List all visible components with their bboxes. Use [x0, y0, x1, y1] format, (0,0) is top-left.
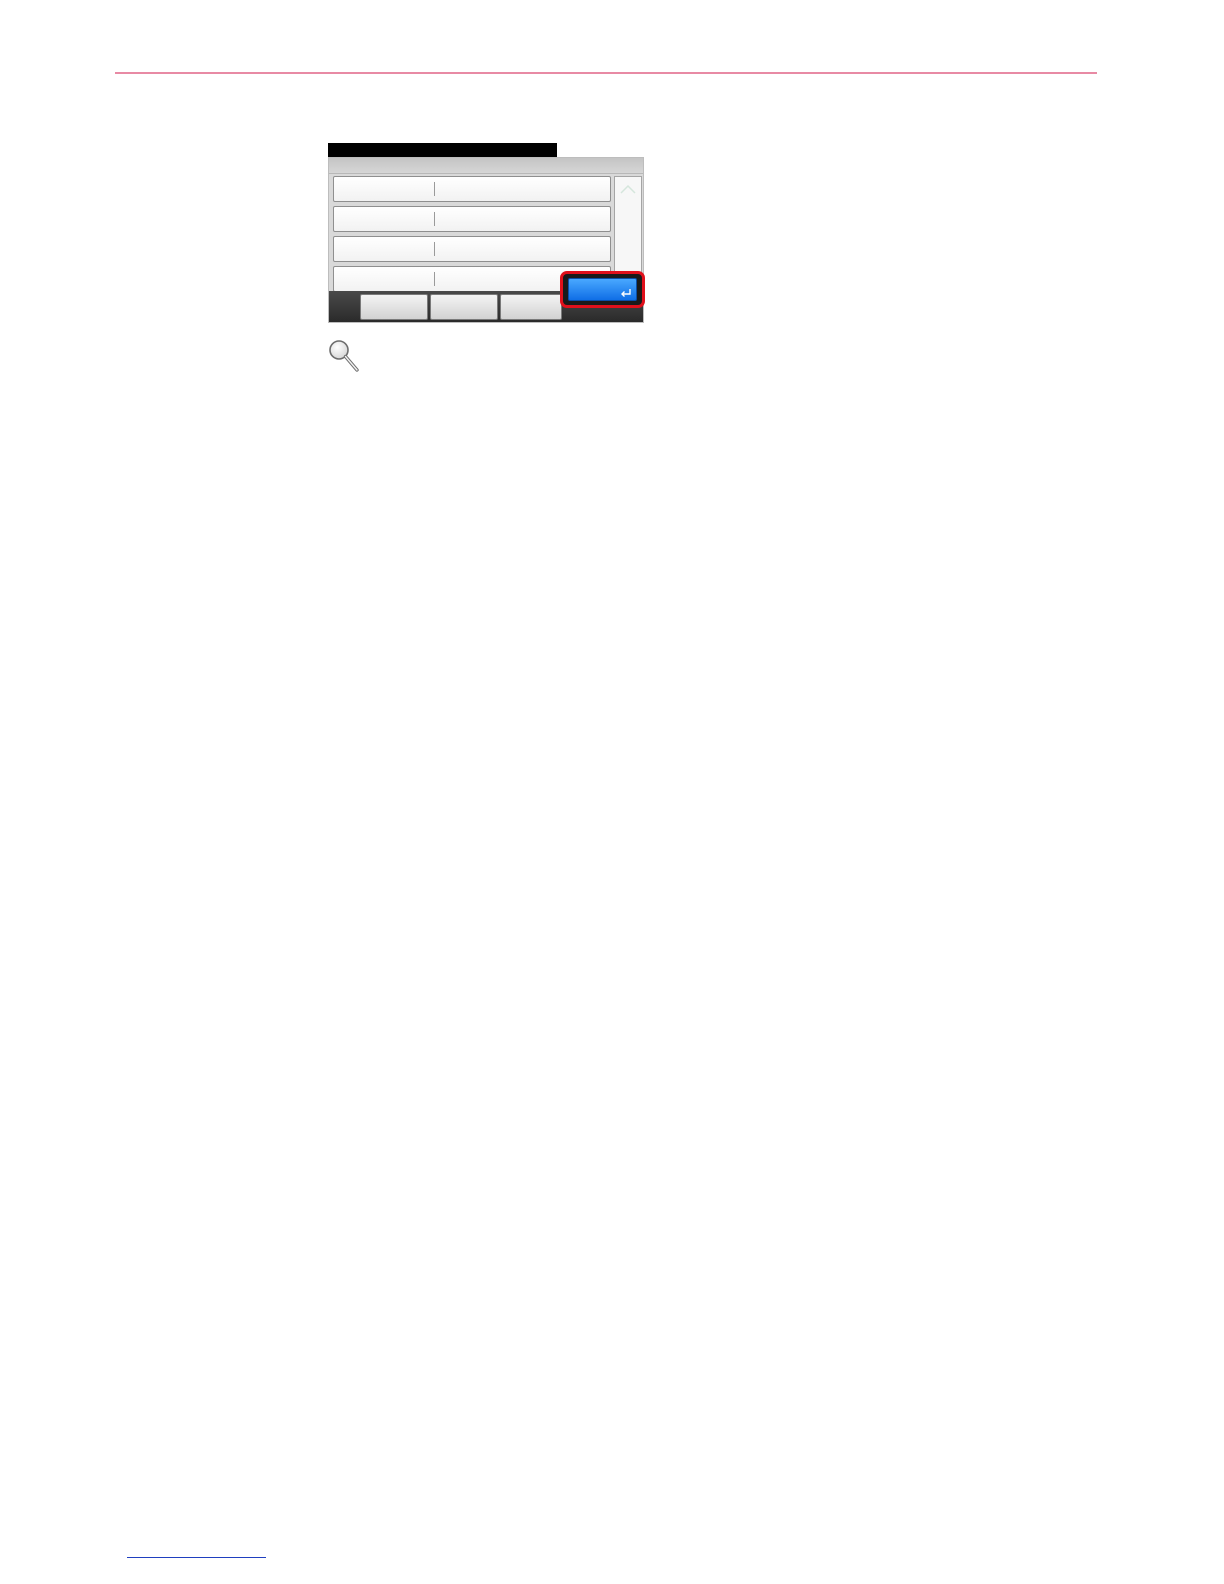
footer-button-1[interactable]	[360, 294, 428, 320]
screen-title	[328, 143, 557, 157]
footer-link-underline	[127, 1557, 266, 1558]
footer-button-2[interactable]	[430, 294, 498, 320]
scroll-up-button[interactable]	[615, 177, 641, 201]
list-item[interactable]	[333, 176, 611, 202]
list-item-label	[340, 207, 430, 231]
device-screen	[328, 143, 645, 323]
list-item-value	[442, 177, 607, 201]
magnifier-icon	[329, 340, 359, 372]
list-item-label	[340, 267, 430, 291]
column-divider	[434, 272, 435, 286]
enter-icon	[621, 289, 631, 297]
list-item-label	[340, 237, 430, 261]
list-item-value	[442, 207, 607, 231]
list-item[interactable]	[333, 236, 611, 262]
list-item-label	[340, 177, 430, 201]
header-rule	[115, 72, 1097, 74]
chevron-up-icon	[620, 184, 636, 194]
footer-button-3[interactable]	[500, 294, 562, 320]
column-divider	[434, 182, 435, 196]
ok-button[interactable]	[568, 278, 637, 301]
list-item[interactable]	[333, 206, 611, 232]
column-divider	[434, 242, 435, 256]
list-item-value	[442, 237, 607, 261]
ok-button-highlight	[560, 271, 645, 308]
column-divider	[434, 212, 435, 226]
panel-header	[329, 158, 643, 174]
